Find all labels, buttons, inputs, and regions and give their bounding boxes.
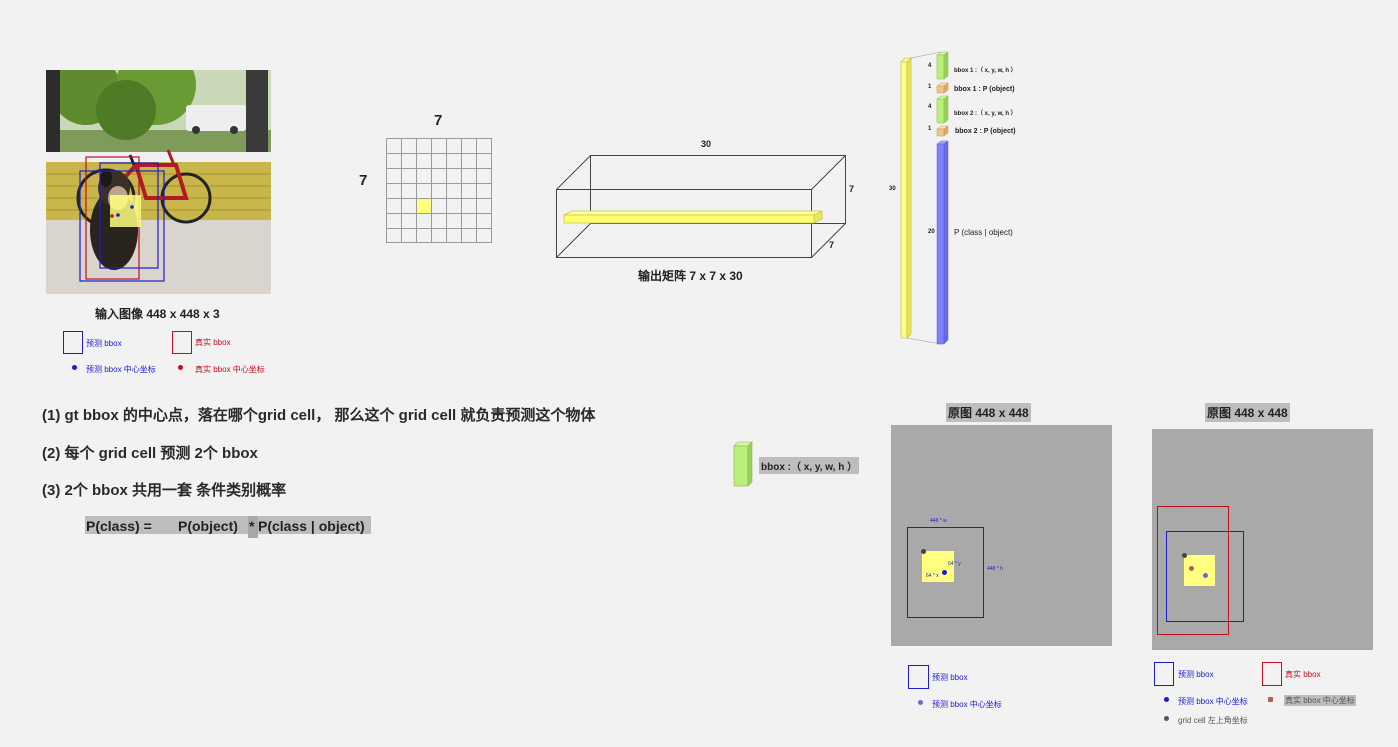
segment-pobj2 <box>936 125 949 137</box>
note-1: (1) gt bbox 的中心点，落在哪个grid cell， 那么这个 gri… <box>42 407 596 424</box>
vector-bar <box>900 61 908 339</box>
seg3-label: bbox 2 :（ x, y, w, h ） <box>954 111 1017 117</box>
seg1-size: 4 <box>928 63 932 69</box>
output-tensor-box <box>556 155 846 258</box>
grid-left-label: 7 <box>359 172 368 189</box>
panel1-legend-center-label: 预测 bbox 中心坐标 <box>932 700 1002 709</box>
seg5-size: 20 <box>928 229 935 235</box>
panel2-title: 原图 448 x 448 <box>1205 403 1290 422</box>
formula-lhs: P(class) = <box>86 518 152 534</box>
panel2-legend-pred-center-dot <box>1164 697 1169 702</box>
panel1-pred-center-dot <box>942 570 947 575</box>
segment-class-prob <box>936 140 949 345</box>
formula-op: * <box>249 518 255 534</box>
panel2-pred-center-dot <box>1203 573 1208 578</box>
tensor-top-label: 30 <box>701 139 712 149</box>
panel2-legend-cell-corner-label: grid cell 左上角坐标 <box>1178 716 1248 725</box>
formula-p-object: P(object) <box>178 518 238 534</box>
tensor-caption: 输出矩阵 7 x 7 x 30 <box>638 269 743 283</box>
panel1-title: 原图 448 x 448 <box>946 403 1031 422</box>
seg2-label: bbox 1 : P (object) <box>954 86 1015 93</box>
tensor-depth-label: 7 <box>829 240 835 250</box>
seg3-size: 4 <box>928 104 932 110</box>
panel1-legend-center-dot <box>918 700 923 705</box>
legend-pred-center-dot <box>72 365 77 370</box>
panel2-grid-cell <box>1184 555 1215 586</box>
legend-gt-center-dot <box>178 365 183 370</box>
responsible-grid-cell <box>110 195 141 227</box>
vector-30-diagram <box>900 51 949 345</box>
tensor-right-label: 7 <box>849 184 855 194</box>
panel1-legend-bbox-label: 预测 bbox <box>932 673 968 682</box>
panel2-legend-pred-label: 预测 bbox <box>1178 670 1214 679</box>
segment-bbox1 <box>936 51 949 80</box>
segment-pobj1 <box>936 82 949 94</box>
input-image <box>46 45 271 294</box>
panel1-cell-corner-dot <box>921 549 926 554</box>
panel2-legend-pred-center-label: 预测 bbox 中心坐标 <box>1178 697 1248 706</box>
legend-pred-bbox-label: 预测 bbox <box>86 339 122 348</box>
vector-length-label: 30 <box>889 186 896 192</box>
bbox-block-label: bbox :（ x, y, w, h ） <box>759 457 860 474</box>
panel2-legend-gt-label: 真实 bbox <box>1285 670 1321 679</box>
dog-bicycle-photo <box>46 45 271 294</box>
formula-cond: P(class | object) <box>258 518 365 534</box>
panel1-y-label: 64 * y <box>948 561 961 567</box>
grid-highlight-cell <box>416 198 431 213</box>
panel2-legend-pred-swatch <box>1154 662 1174 686</box>
grid-top-label: 7 <box>434 112 443 129</box>
panel1-h-label: 448 * h <box>987 566 1003 572</box>
segment-bbox2 <box>936 95 949 124</box>
bbox-block-icon <box>733 441 753 487</box>
legend-gt-center-label: 真实 bbox 中心坐标 <box>195 365 265 374</box>
input-image-caption: 输入图像 448 x 448 x 3 <box>95 307 220 321</box>
legend-pred-bbox-swatch <box>63 331 83 354</box>
seg1-label: bbox 1 :（ x, y, w, h ） <box>954 68 1017 74</box>
panel2-gt-center-dot <box>1189 566 1194 571</box>
seg5-label: P (class | object) <box>954 228 1013 237</box>
tensor-vector-top <box>563 210 823 216</box>
grid-7x7 <box>386 138 492 243</box>
panel2-legend-gt-center-label: 真实 bbox 中心坐标 <box>1284 695 1356 706</box>
legend-gt-bbox-label: 真实 bbox <box>195 338 231 347</box>
panel2-legend-cell-corner-dot <box>1164 716 1169 721</box>
panel2-legend-gt-center-dot <box>1268 697 1273 702</box>
note-3: (3) 2个 bbox 共用一套 条件类别概率 <box>42 482 287 499</box>
panel1-w-label: 448 * w <box>930 518 947 524</box>
legend-gt-bbox-swatch <box>172 331 192 354</box>
seg4-size: 1 <box>928 126 932 132</box>
panel1-legend-bbox-swatch <box>908 665 929 689</box>
seg4-label: bbox 2 : P (object) <box>955 128 1016 135</box>
panel1-x-label: 64 * x <box>926 573 939 579</box>
seg2-size: 1 <box>928 84 932 90</box>
panel2-cell-corner-dot <box>1182 553 1187 558</box>
panel2-legend-gt-swatch <box>1262 662 1282 686</box>
note-2: (2) 每个 grid cell 预测 2个 bbox <box>42 445 258 462</box>
tensor-vector <box>563 214 815 224</box>
legend-pred-center-label: 预测 bbox 中心坐标 <box>86 365 156 374</box>
